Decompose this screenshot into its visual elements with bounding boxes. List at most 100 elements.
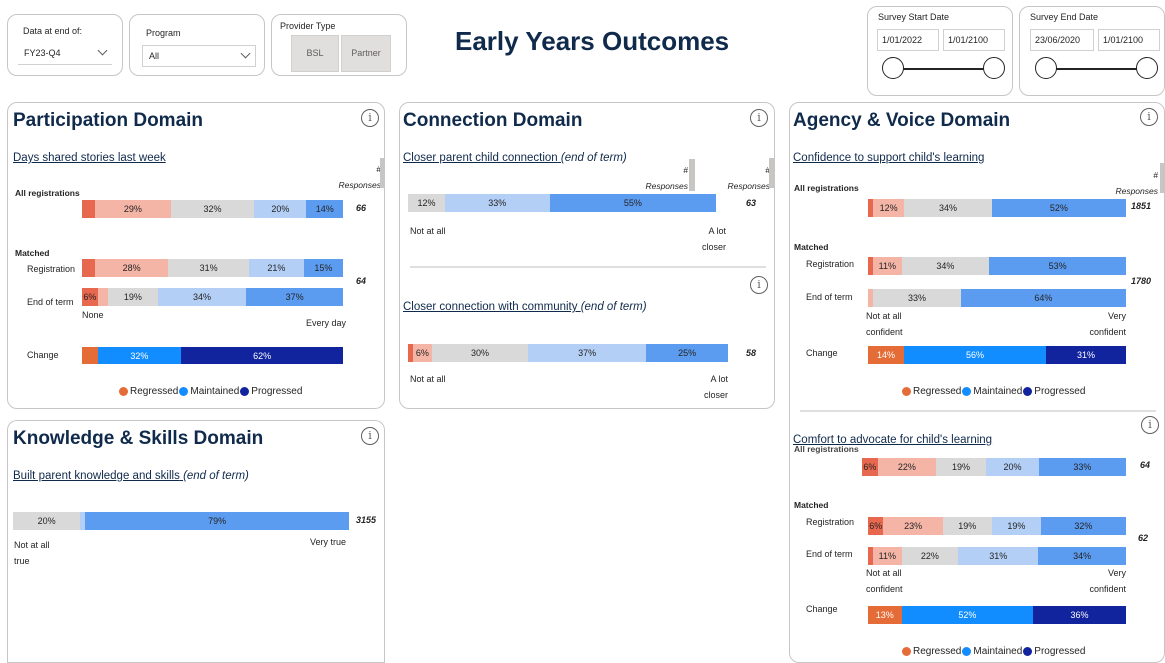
bar-segment[interactable]: 19% [108,288,158,306]
bar-segment[interactable] [82,200,96,218]
scrollbar[interactable] [689,159,695,191]
bar-segment[interactable]: 20% [13,512,81,530]
bar-segment[interactable]: 79% [85,512,349,530]
bar-segment[interactable]: 64% [960,289,1126,307]
connection-domain-panel: Connection Domain i Closer parent child … [399,102,775,409]
bar-segment[interactable] [82,259,96,277]
legend-maintained[interactable]: Maintained [190,386,239,397]
bar-segment[interactable]: 30% [431,344,528,362]
bar-segment[interactable]: 20% [254,200,307,218]
bar-segment[interactable]: 22% [901,547,959,565]
responses-label: Responses [645,181,688,191]
legend-progressed[interactable]: Progressed [1034,646,1085,657]
participation-question-title[interactable]: Days shared stories last week [13,152,166,164]
bar-segment[interactable]: 34% [901,257,990,275]
bar-segment[interactable]: 55% [549,194,716,212]
bar-segment[interactable]: 6% [412,344,432,362]
legend-regressed[interactable]: Regressed [130,386,178,397]
bar-segment[interactable]: 62% [181,347,343,364]
bar-segment[interactable]: 14% [868,346,905,364]
participation-end-bar: 6% 19% 34% 37% [82,288,343,306]
bar-segment[interactable]: 52% [991,199,1126,217]
bar-segment[interactable]: 56% [904,346,1046,364]
info-icon[interactable]: i [1141,416,1159,434]
info-icon[interactable]: i [361,427,379,445]
bar-segment[interactable]: 34% [157,288,247,306]
bar-segment[interactable]: 53% [989,257,1126,275]
bar-segment[interactable]: 34% [904,199,992,217]
bar-segment[interactable]: 33% [873,289,961,307]
bar-segment[interactable]: 37% [246,288,343,306]
bar-segment[interactable]: 13% [868,606,902,624]
info-icon[interactable]: i [1140,108,1158,126]
bar-segment[interactable]: 19% [942,517,992,535]
program-select[interactable]: All [142,45,256,67]
scrollbar[interactable] [1160,163,1164,193]
survey-end-slider-left-handle[interactable] [1035,57,1057,79]
bar-segment[interactable]: 31% [958,547,1039,565]
bar-segment[interactable]: 15% [303,259,343,277]
info-icon[interactable]: i [361,109,379,127]
program-value: All [149,51,160,61]
bar-segment[interactable]: 32% [1040,517,1126,535]
bar-segment[interactable]: 11% [873,257,902,275]
bar-segment[interactable]: 52% [901,606,1034,624]
survey-end-to-input[interactable]: 1/01/2100 [1098,29,1160,51]
bar-segment[interactable]: 14% [306,200,343,218]
bar-segment[interactable]: 25% [646,344,728,362]
survey-end-from-input[interactable]: 23/06/2020 [1030,29,1094,51]
legend-maintained[interactable]: Maintained [973,386,1022,397]
info-icon[interactable]: i [750,109,768,127]
legend-progressed[interactable]: Progressed [1034,386,1085,397]
program-filter: Program All [129,14,265,76]
bar-segment[interactable]: 29% [95,200,171,218]
bar-segment[interactable]: 34% [1038,547,1126,565]
bar-segment[interactable]: 33% [444,194,550,212]
survey-end-slider-track [1050,68,1140,70]
bar-segment[interactable] [97,288,109,306]
bar-segment[interactable]: 12% [408,194,445,212]
bar-segment[interactable]: 21% [249,259,304,277]
bar-segment[interactable]: 19% [991,517,1041,535]
connection-q1-title[interactable]: Closer parent child connection (end of t… [403,152,627,164]
legend-regressed[interactable]: Regressed [913,386,961,397]
survey-start-slider-right-handle[interactable] [983,57,1005,79]
bar-segment[interactable]: 6% [82,288,98,306]
legend-progressed[interactable]: Progressed [251,386,302,397]
bar-segment[interactable]: 31% [168,259,250,277]
connection-q2-title[interactable]: Closer connection with community (end of… [403,301,647,313]
info-icon[interactable]: i [750,276,768,294]
bar-segment[interactable]: 36% [1033,606,1126,624]
page-title: Early Years Outcomes [455,26,730,56]
survey-start-to-input[interactable]: 1/01/2100 [943,29,1005,51]
survey-start-slider-left-handle[interactable] [882,57,904,79]
provider-bsl-button[interactable]: BSL [291,35,339,72]
scrollbar[interactable] [769,158,774,188]
knowledge-question-text: Built parent knowledge and skills [13,470,180,482]
scrollbar[interactable] [380,158,384,188]
bar-segment[interactable]: 11% [873,547,902,565]
bar-segment[interactable]: 6% [862,458,878,476]
legend-regressed[interactable]: Regressed [913,646,961,657]
bar-segment[interactable]: 31% [1046,346,1126,364]
bar-segment[interactable] [82,347,98,364]
bar-segment[interactable]: 33% [1038,458,1126,476]
legend-maintained[interactable]: Maintained [973,646,1022,657]
bar-segment[interactable]: 19% [935,458,987,476]
bar-segment[interactable]: 28% [95,259,169,277]
bar-segment[interactable]: 22% [877,458,936,476]
agency-q1-title[interactable]: Confidence to support child's learning [793,152,984,164]
bar-segment[interactable]: 37% [527,344,647,362]
bar-segment[interactable]: 6% [868,517,884,535]
provider-partner-button[interactable]: Partner [341,35,391,72]
bar-segment[interactable]: 32% [170,200,255,218]
survey-end-slider-right-handle[interactable] [1136,57,1158,79]
bar-segment[interactable]: 23% [883,517,943,535]
data-at-end-select[interactable]: FY23-Q4 [18,43,112,65]
connection-q1-bar: 12% 33% 55% [408,194,716,212]
bar-segment[interactable]: 12% [873,199,905,217]
knowledge-question-title[interactable]: Built parent knowledge and skills (end o… [13,470,249,482]
survey-start-from-input[interactable]: 1/01/2022 [877,29,939,51]
bar-segment[interactable]: 32% [97,347,182,364]
bar-segment[interactable]: 20% [986,458,1039,476]
